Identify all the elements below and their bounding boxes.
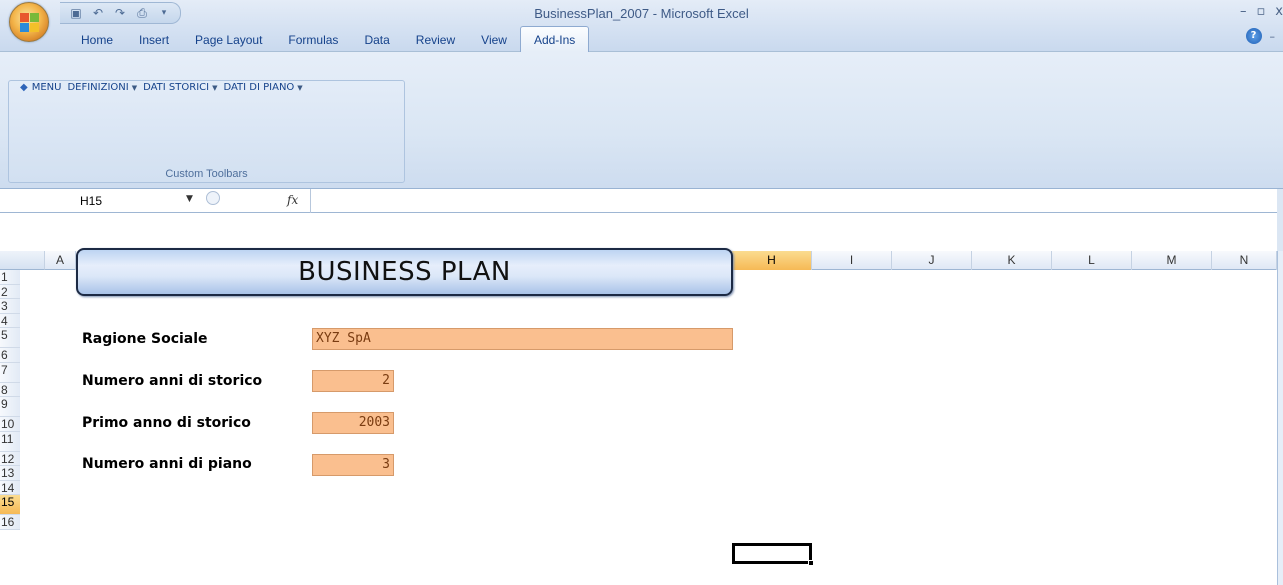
help-icon[interactable]: ? (1245, 28, 1262, 44)
tab-add-ins[interactable]: Add-Ins (519, 26, 590, 52)
row-header-16[interactable]: 16 (0, 515, 20, 530)
business-plan-title: BUSINESS PLAN (76, 248, 733, 296)
close-button[interactable]: x (1275, 4, 1283, 19)
minimize-button[interactable]: – (1240, 4, 1247, 19)
row-header-7[interactable]: 7 (0, 362, 20, 383)
menu-label: MENU (31, 82, 62, 93)
menu-button[interactable]: ◆ MENU (20, 82, 61, 93)
vertical-scrollbar[interactable] (1277, 251, 1283, 585)
column-header-m[interactable]: M (1132, 251, 1212, 270)
chevron-down-icon[interactable]: ▼ (186, 194, 193, 204)
dati-di-piano-label: DATI DI PIANO (223, 82, 295, 93)
tab-review[interactable]: Review (403, 28, 468, 52)
column-header-k[interactable]: K (972, 251, 1052, 270)
primo-anno-field[interactable]: 2003 (312, 412, 394, 434)
row-header-8[interactable]: 8 (0, 382, 20, 397)
name-box[interactable]: H15 (0, 191, 200, 211)
anni-storico-field[interactable]: 2 (312, 370, 394, 392)
row-header-4[interactable]: 4 (0, 313, 20, 328)
primo-anno-label: Primo anno di storico (82, 415, 251, 431)
column-header-a[interactable]: A (45, 251, 76, 270)
row-header-10[interactable]: 10 (0, 417, 20, 432)
row-header-9[interactable]: 9 (0, 397, 20, 417)
row-header-14[interactable]: 14 (0, 480, 20, 495)
tab-data[interactable]: Data (351, 28, 402, 52)
formula-input[interactable] (310, 189, 1283, 213)
row-header-3[interactable]: 3 (0, 299, 20, 314)
row-header-11[interactable]: 11 (0, 431, 20, 452)
column-header-h[interactable]: H (732, 251, 812, 270)
worksheet-area[interactable]: BUSINESS PLAN Ragione Sociale XYZ SpA Nu… (45, 248, 1277, 585)
row-header-2[interactable]: 2 (0, 284, 20, 299)
anni-piano-label: Numero anni di piano (82, 456, 252, 472)
menu-arrow-icon: ◆ (20, 82, 28, 93)
ragione-sociale-label: Ragione Sociale (82, 331, 208, 347)
custom-toolbar-row: ◆ MENU DEFINIZIONI ▼ DATI STORICI ▼ DATI… (20, 82, 309, 93)
tab-insert[interactable]: Insert (126, 28, 182, 52)
ribbon-minimize-button[interactable]: – (1270, 30, 1276, 43)
select-all-corner[interactable] (0, 251, 45, 270)
dati-di-piano-dropdown[interactable]: DATI DI PIANO ▼ (223, 82, 302, 93)
row-header-13[interactable]: 13 (0, 466, 20, 481)
column-header-n[interactable]: N (1212, 251, 1277, 270)
window-controls: – ▫ x (1240, 4, 1283, 19)
column-header-i[interactable]: I (812, 251, 892, 270)
chevron-down-icon: ▼ (297, 83, 303, 92)
definizioni-label: DEFINIZIONI (67, 82, 129, 93)
formula-bar: H15 ▼ fx (0, 189, 1283, 213)
ribbon-tabs: Home Insert Page Layout Formulas Data Re… (68, 26, 590, 52)
active-cell-h15[interactable] (732, 543, 812, 564)
dati-storici-dropdown[interactable]: DATI STORICI ▼ (143, 82, 217, 93)
formula-options-button[interactable] (206, 191, 220, 205)
custom-toolbars-group: Custom Toolbars (8, 80, 405, 183)
row-header-bar: 1 2 3 4 5 6 7 8 9 10 11 12 13 14 15 16 (0, 270, 45, 585)
help-area: ? – (1245, 28, 1276, 44)
dati-storici-label: DATI STORICI (143, 82, 210, 93)
definizioni-dropdown[interactable]: DEFINIZIONI ▼ (67, 82, 137, 93)
column-header-j[interactable]: J (892, 251, 972, 270)
tab-view[interactable]: View (468, 28, 520, 52)
tab-home[interactable]: Home (68, 28, 126, 52)
row-header-12[interactable]: 12 (0, 451, 20, 466)
chevron-down-icon: ▼ (131, 83, 138, 92)
insert-function-icon[interactable]: fx (287, 193, 298, 207)
row-header-15[interactable]: 15 (0, 495, 20, 515)
tab-formulas[interactable]: Formulas (275, 28, 351, 52)
ribbon-edge (1277, 189, 1283, 251)
row-header-5[interactable]: 5 (0, 328, 20, 348)
row-header-6[interactable]: 6 (0, 348, 20, 363)
fill-handle[interactable] (808, 560, 814, 566)
ragione-sociale-field[interactable]: XYZ SpA (312, 328, 733, 350)
window-title: BusinessPlan_2007 - Microsoft Excel (534, 6, 749, 21)
tab-page-layout[interactable]: Page Layout (182, 28, 275, 52)
column-header-l[interactable]: L (1052, 251, 1132, 270)
restore-button[interactable]: ▫ (1256, 4, 1265, 19)
anni-piano-field[interactable]: 3 (312, 454, 394, 476)
anni-storico-label: Numero anni di storico (82, 373, 263, 389)
group-label: Custom Toolbars (165, 168, 248, 180)
row-header-1[interactable]: 1 (0, 270, 20, 285)
chevron-down-icon: ▼ (212, 83, 218, 92)
